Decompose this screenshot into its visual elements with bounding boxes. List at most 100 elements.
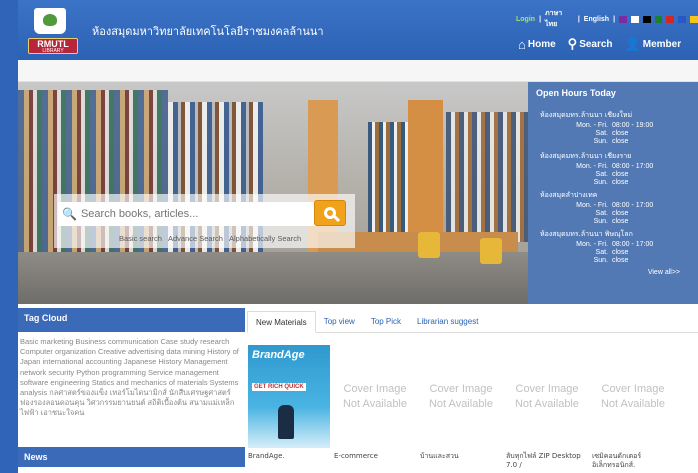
book-title[interactable]: BrandAge.: [248, 452, 330, 461]
book-cover-image[interactable]: BrandAge GET RICH QUICK: [248, 345, 330, 448]
day-label: Sat.: [595, 130, 608, 137]
theme-swatch-black[interactable]: [642, 15, 651, 23]
header-divider: [18, 60, 698, 82]
home-icon: ⌂: [518, 36, 526, 52]
nav-search[interactable]: ⚲ Search: [568, 36, 613, 52]
member-icon: 👤: [624, 36, 641, 51]
rmutl-logo[interactable]: RMUTL LIBRARY: [28, 38, 78, 54]
branch-name[interactable]: ห้องสมุดมทร.ล้านนา พิษณุโลก: [540, 229, 698, 240]
hours-value: 08:00 - 17:00: [612, 163, 654, 170]
nav-home-label: Home: [527, 38, 556, 50]
day-label: Sun.: [593, 257, 608, 264]
chair-image: [480, 238, 502, 264]
day-label: Mon. - Fri.: [576, 241, 608, 248]
theme-swatch-white[interactable]: [630, 15, 639, 23]
cover-placeholder-line2: Not Available: [342, 397, 407, 410]
book-item[interactable]: Cover Image Not Available เซมิคอนดักเตอร…: [592, 345, 674, 470]
branch-hours: ห้องสมุดมทร.ล้านนา เชียงราย Mon. - Fri. 0…: [540, 151, 698, 187]
basic-search-link[interactable]: Basic search: [119, 234, 162, 243]
hours-value: close: [612, 138, 629, 145]
cover-placeholder-line1: Cover Image: [343, 382, 407, 395]
book-item[interactable]: Cover Image Not Available ลับทุกไฟล์ ZIP…: [506, 345, 588, 470]
separator: |: [577, 15, 580, 23]
cover-not-available[interactable]: Cover Image Not Available: [506, 345, 588, 448]
hours-value: close: [612, 218, 629, 225]
search-input[interactable]: [80, 208, 313, 220]
tab-librarian-suggest[interactable]: Librarian suggest: [409, 311, 486, 333]
advance-search-link[interactable]: Advance Search: [168, 234, 223, 243]
search-mode-links: Basic search Advance Search Alphabetical…: [119, 234, 301, 243]
search-field[interactable]: 🔍: [58, 202, 316, 226]
day-label: Sat.: [595, 249, 608, 256]
login-link[interactable]: Login: [516, 16, 535, 23]
day-label: Mon. - Fri.: [576, 122, 608, 129]
thai-language-link[interactable]: ภาษาไทย: [545, 8, 574, 30]
cover-not-available[interactable]: Cover Image Not Available: [334, 345, 416, 448]
site-header: RMUTL LIBRARY ห้องสมุดมหาวิทยาลัยเทคโนโล…: [18, 0, 698, 60]
tag-cloud-title: Tag Cloud: [18, 308, 245, 332]
news-title: News: [18, 447, 245, 467]
hero-banner: 🔍 Basic search Advance Search Alphabetic…: [18, 82, 528, 304]
cover-title: BrandAge: [252, 349, 305, 361]
theme-swatch-blue[interactable]: [678, 15, 687, 23]
site-title: ห้องสมุดมหาวิทยาลัยเทคโนโลยีราชมงคลล้านน…: [92, 25, 324, 38]
floor-image: [18, 252, 528, 304]
separator: |: [539, 15, 542, 23]
day-label: Sat.: [595, 210, 608, 217]
book-item[interactable]: Cover Image Not Available บ้านและสวน: [420, 345, 502, 461]
theme-swatch-purple[interactable]: [619, 15, 627, 23]
day-label: Sun.: [593, 179, 608, 186]
hours-value: 08:00 - 17:00: [612, 241, 654, 248]
hours-value: close: [612, 210, 629, 217]
nav-search-label: Search: [579, 38, 613, 50]
hours-value: close: [612, 257, 629, 264]
english-language-link[interactable]: English: [584, 16, 609, 23]
theme-swatch-red[interactable]: [666, 15, 675, 23]
bookshelf-image: [446, 112, 528, 242]
tab-new-materials[interactable]: New Materials: [247, 311, 316, 333]
book-title[interactable]: เซมิคอนดักเตอร์อิเล็กทรอนิกส์.: [592, 452, 674, 470]
theme-swatch-yellow[interactable]: [690, 15, 698, 23]
day-label: Sun.: [593, 218, 608, 225]
cover-placeholder-line1: Cover Image: [429, 382, 493, 395]
library-logo-icon[interactable]: [34, 8, 66, 34]
bookshelf-image: [368, 122, 408, 232]
tab-top-pick[interactable]: Top Pick: [363, 311, 409, 333]
materials-tabs: New Materials Top view Top Pick Libraria…: [247, 311, 698, 333]
left-edge-strip: [0, 0, 18, 473]
theme-swatch-green[interactable]: [654, 15, 663, 23]
book-title[interactable]: E-commerce: [334, 452, 416, 461]
tag-cloud[interactable]: Basic marketing Business communication C…: [20, 337, 245, 419]
cover-not-available[interactable]: Cover Image Not Available: [592, 345, 674, 448]
day-label: Mon. - Fri.: [576, 202, 608, 209]
search-icon: ⚲: [567, 36, 578, 51]
tab-top-view[interactable]: Top view: [316, 311, 363, 333]
view-all-hours-link[interactable]: View all>>: [648, 269, 680, 276]
chair-image: [418, 232, 440, 258]
hours-value: 08:00 - 17:00: [612, 202, 654, 209]
branch-name[interactable]: ห้องสมุดลำปางเทค: [540, 190, 698, 201]
day-label: Mon. - Fri.: [576, 163, 608, 170]
open-hours-panel: Open Hours Today ห้องสมุดมทร.ล้านนา เชีย…: [528, 82, 698, 304]
search-icon: 🔍: [62, 207, 77, 221]
hours-value: 08:00 - 19:00: [612, 122, 654, 129]
nav-member[interactable]: 👤 Member: [625, 36, 682, 52]
main-nav: ⌂ Home ⚲ Search 👤 Member: [518, 36, 681, 52]
book-item[interactable]: BrandAge GET RICH QUICK BrandAge.: [248, 345, 330, 461]
separator: |: [613, 15, 616, 23]
page: RMUTL LIBRARY ห้องสมุดมหาวิทยาลัยเทคโนโล…: [0, 0, 698, 473]
book-title[interactable]: บ้านและสวน: [420, 452, 502, 461]
cover-not-available[interactable]: Cover Image Not Available: [420, 345, 502, 448]
open-hours-title: Open Hours Today: [536, 88, 616, 98]
branch-hours: ห้องสมุดมทร.ล้านนา เชียงใหม่ Mon. - Fri.…: [540, 110, 698, 146]
book-item[interactable]: Cover Image Not Available E-commerce: [334, 345, 416, 461]
hours-value: close: [612, 171, 629, 178]
search-button[interactable]: [314, 200, 346, 226]
branch-name[interactable]: ห้องสมุดมทร.ล้านนา เชียงราย: [540, 151, 698, 162]
cover-subtitle: GET RICH QUICK: [252, 383, 306, 391]
branch-name[interactable]: ห้องสมุดมทร.ล้านนา เชียงใหม่: [540, 110, 698, 121]
hours-value: close: [612, 179, 629, 186]
book-title[interactable]: ลับทุกไฟล์ ZIP Desktop 7.0 /: [506, 452, 588, 470]
alphabetical-search-link[interactable]: Alphabetically Search: [229, 234, 301, 243]
nav-home[interactable]: ⌂ Home: [518, 36, 556, 52]
